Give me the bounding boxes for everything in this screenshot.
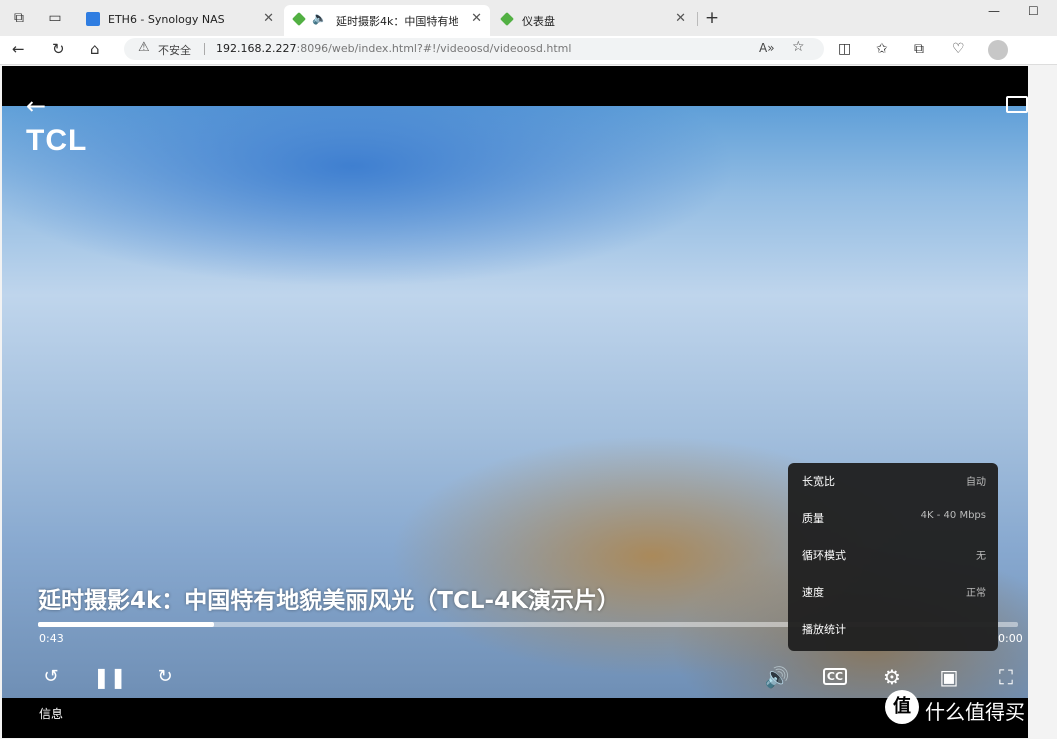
fullscreen-icon[interactable]: ⛶ <box>991 662 1021 692</box>
forward-10-icon[interactable]: ↻ <box>150 662 180 692</box>
progress-fill <box>38 622 215 627</box>
tab-dashboard[interactable]: 仪表盘 ✕ <box>492 5 694 36</box>
total-time: 0:00 <box>998 632 1023 645</box>
minimize-icon[interactable]: — <box>988 4 1000 18</box>
tab-actions-icon[interactable]: ▭ <box>46 9 64 27</box>
browser-essentials-icon[interactable]: ♡ <box>952 41 965 57</box>
favorites-icon[interactable]: ✩ <box>876 41 888 57</box>
video-title: 延时摄影4k：中国特有地貌美丽风光（TCL-4K演示片） <box>38 588 620 614</box>
workspaces-icon[interactable]: ⧉ <box>10 9 28 27</box>
close-tab-icon[interactable]: ✕ <box>471 11 482 26</box>
url-field[interactable]: ⚠ 不安全 192.168.2.227:8096/web/index.html?… <box>124 38 824 60</box>
watermark-text: 什么值得买 <box>925 700 1025 724</box>
profile-avatar[interactable] <box>988 40 1008 60</box>
cast-icon[interactable] <box>1006 96 1028 113</box>
close-tab-icon[interactable]: ✕ <box>675 11 686 26</box>
menu-item-playback-stats[interactable]: 播放统计 <box>788 611 998 647</box>
security-label[interactable]: 不安全 <box>158 42 191 58</box>
tab-title: ETH6 - Synology NAS <box>108 13 225 26</box>
url-host: 192.168.2.227 <box>216 42 297 55</box>
menu-item-value: 4K - 40 Mbps <box>920 510 986 521</box>
emby-favicon-icon <box>292 12 306 26</box>
split-screen-icon[interactable]: ◫ <box>838 41 851 57</box>
home-icon[interactable]: ⌂ <box>90 40 100 58</box>
menu-item-quality[interactable]: 质量 4K - 40 Mbps <box>788 500 998 536</box>
menu-item-label: 播放统计 <box>802 623 846 636</box>
menu-item-value: 无 <box>976 551 986 562</box>
volume-icon[interactable]: 🔊 <box>762 662 792 692</box>
emby-favicon-icon <box>500 12 514 26</box>
tab-video[interactable]: 🔈 延时摄影4k：中国特有地貌 ✕ <box>284 5 490 36</box>
menu-item-value: 正常 <box>966 588 986 599</box>
video-player[interactable]: ← TCL 延时摄影4k：中国特有地貌美丽风光（TCL-4K演示片） 0:43 … <box>2 66 1028 738</box>
close-tab-icon[interactable]: ✕ <box>263 11 274 26</box>
settings-menu: 长宽比 自动 质量 4K - 40 Mbps 循环模式 无 速度 正常 播放统计 <box>788 463 998 651</box>
address-bar: ← ↻ ⌂ ⚠ 不安全 192.168.2.227:8096/web/index… <box>0 36 1057 65</box>
back-arrow-icon[interactable]: ← <box>26 92 46 120</box>
new-tab-icon[interactable]: + <box>703 9 721 27</box>
read-aloud-icon[interactable]: A» <box>759 41 775 55</box>
back-icon[interactable]: ← <box>12 40 25 58</box>
menu-item-label: 速度 <box>802 586 824 599</box>
menu-item-repeat-mode[interactable]: 循环模式 无 <box>788 537 998 573</box>
picture-in-picture-icon[interactable]: ▣ <box>934 662 964 692</box>
menu-item-label: 质量 <box>802 512 824 525</box>
tab-title: 仪表盘 <box>522 15 555 28</box>
tab-separator <box>697 12 698 26</box>
maximize-icon[interactable]: ☐ <box>1028 4 1039 18</box>
tab-bar: ⧉ ▭ ETH6 - Synology NAS ✕ 🔈 延时摄影4k：中国特有地… <box>0 0 1057 36</box>
menu-item-speed[interactable]: 速度 正常 <box>788 574 998 610</box>
rewind-10-icon[interactable]: ↺ <box>36 662 66 692</box>
watermark-logo: 值 <box>885 690 919 724</box>
speaker-icon[interactable]: 🔈 <box>312 11 327 25</box>
url-path: :8096/web/index.html?#!/videoosd/videoos… <box>296 42 572 55</box>
tab-synology[interactable]: ETH6 - Synology NAS ✕ <box>78 5 282 36</box>
favorite-star-icon[interactable]: ☆ <box>792 39 805 55</box>
menu-item-aspect-ratio[interactable]: 长宽比 自动 <box>788 463 998 499</box>
pause-icon[interactable]: ❚❚ <box>93 662 127 692</box>
url-text[interactable]: 192.168.2.227:8096/web/index.html?#!/vid… <box>216 42 571 55</box>
subtitles-icon[interactable]: CC <box>820 662 850 692</box>
menu-item-label: 循环模式 <box>802 549 846 562</box>
tab-title: 延时摄影4k：中国特有地貌 <box>336 15 458 28</box>
settings-gear-icon[interactable]: ⚙ <box>877 662 907 692</box>
collections-icon[interactable]: ⧉ <box>914 41 924 57</box>
url-divider <box>204 43 205 55</box>
current-time: 0:43 <box>39 632 64 645</box>
menu-item-label: 长宽比 <box>802 475 835 488</box>
warning-icon[interactable]: ⚠ <box>138 40 150 55</box>
tcl-logo: TCL <box>26 124 88 157</box>
synology-favicon-icon <box>86 12 100 26</box>
menu-item-value: 自动 <box>966 477 986 488</box>
info-label[interactable]: 信息 <box>39 705 63 722</box>
refresh-icon[interactable]: ↻ <box>52 40 65 58</box>
